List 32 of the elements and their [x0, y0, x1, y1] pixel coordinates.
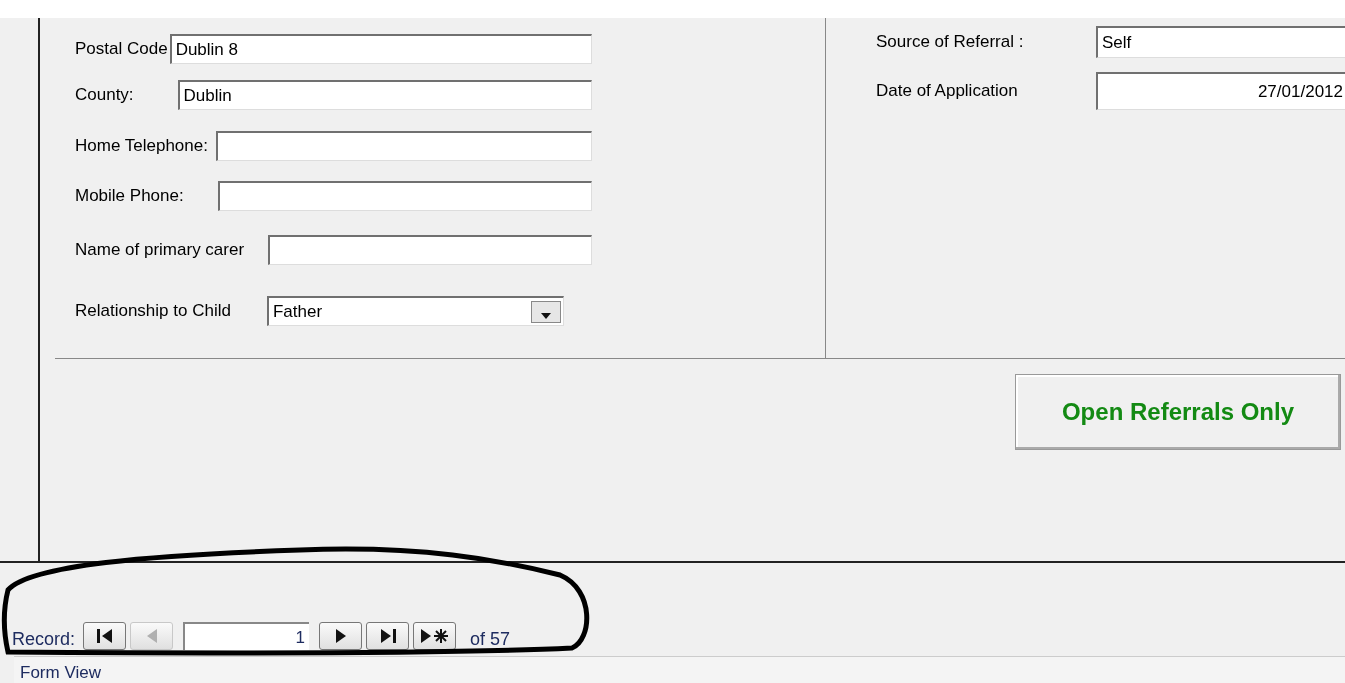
record-count: of 57: [470, 629, 511, 650]
combo-box[interactable]: Father: [266, 296, 564, 326]
record-label: Record:: [12, 629, 76, 650]
record-nav-button[interactable]: [83, 622, 127, 650]
text-field[interactable]: [268, 235, 592, 265]
last-record-icon: [378, 628, 397, 644]
text-field[interactable]: 27/01/2012: [1096, 72, 1345, 110]
first-record-icon: [95, 628, 114, 644]
new-record-icon: [419, 628, 450, 644]
open-referrals-button[interactable]: Open Referrals Only: [1015, 374, 1341, 450]
text-field[interactable]: [217, 181, 592, 211]
status-text: Form View: [20, 663, 101, 683]
field-label: Home Telephone:: [75, 136, 208, 156]
dropdown-button[interactable]: [530, 300, 561, 323]
record-nav-button[interactable]: [413, 622, 457, 650]
caret-icon: [540, 312, 551, 319]
field-label: Mobile Phone:: [75, 186, 184, 206]
field-label: Postal Code: [75, 39, 168, 59]
text-field[interactable]: Self: [1096, 26, 1345, 58]
record-nav-button[interactable]: [366, 622, 410, 650]
next-record-icon: [334, 628, 347, 644]
field-label: Source of Referral :: [876, 32, 1025, 52]
text-field[interactable]: Dublin 8: [169, 34, 592, 64]
field-label: Date of Application: [876, 81, 1019, 101]
text-field[interactable]: Dublin: [177, 80, 592, 110]
record-nav-button[interactable]: [319, 622, 363, 650]
previous-record-icon: [145, 628, 158, 644]
record-number-field[interactable]: 1: [183, 622, 310, 650]
text-field[interactable]: [215, 131, 592, 161]
field-label: County:: [75, 85, 134, 105]
field-label: Name of primary carer: [75, 240, 245, 260]
field-label: Relationship to Child: [75, 301, 231, 321]
